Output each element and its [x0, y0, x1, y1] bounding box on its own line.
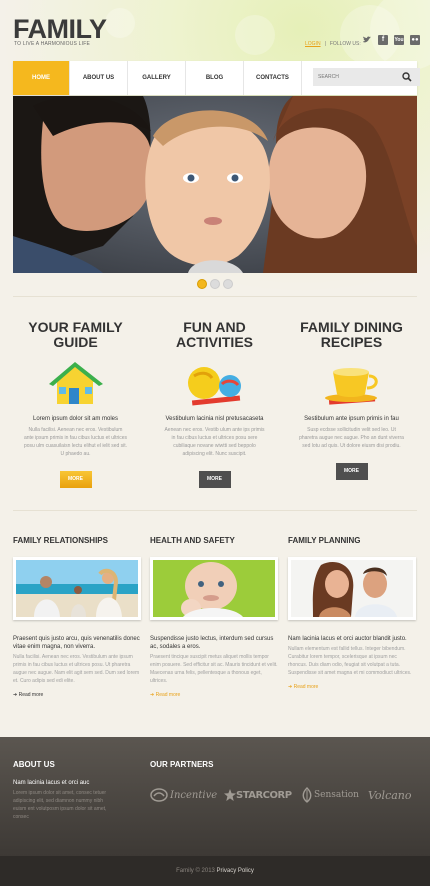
slider-dot-3[interactable]: [223, 279, 233, 289]
copyright-text: Family © 2013: [176, 868, 217, 874]
article-lead: Nam lacinia lacus et orci auctor blandit…: [288, 636, 407, 642]
slider-dot-1[interactable]: [197, 279, 207, 289]
youtube-icon[interactable]: You: [394, 35, 404, 45]
article-text: Nulla facilisi. Aenean nec eros. Vestibu…: [13, 654, 140, 684]
feature-family-guide: YOUR FAMILY GUIDE Lorem ipsum dolor sit …: [13, 320, 138, 488]
article-health-safety: HEALTH AND SAFETY Suspendisse justo lect…: [150, 536, 278, 698]
beach-family-photo: [16, 560, 138, 617]
partner-volcano[interactable]: Volcano: [368, 785, 412, 805]
feature-lead: Vestibulum lacinia nisl pretusacaseta: [165, 416, 264, 422]
divider: [13, 296, 417, 297]
main-nav: HOME ABOUT US GALLERY BLOG CONTACTS: [13, 61, 420, 95]
article-heading: FAMILY PLANNING: [288, 536, 361, 545]
feature-text: Nulla facilisi. Aenean nec eros. Vestibu…: [23, 427, 128, 457]
nav-gallery[interactable]: GALLERY: [128, 61, 186, 95]
footer-about-title: ABOUT US: [13, 760, 55, 769]
feature-title: YOUR FAMILY GUIDE: [28, 319, 123, 350]
partner-incentive[interactable]: Incentive: [150, 785, 217, 805]
read-more-label[interactable]: Read more: [156, 692, 181, 698]
couple-photo: [291, 560, 413, 617]
nav-blog[interactable]: BLOG: [186, 61, 244, 95]
baby-photo: [153, 560, 275, 617]
top-links: LOGIN | FOLLOW US:: [305, 41, 361, 47]
slider-dot-2[interactable]: [210, 279, 220, 289]
article-family-planning: FAMILY PLANNING Nam lacinia lacus et orc…: [288, 536, 416, 690]
feature-title: FUN AND ACTIVITIES: [175, 319, 253, 350]
login-link[interactable]: LOGIN: [305, 41, 321, 47]
house-icon: [49, 362, 103, 404]
twitter-icon[interactable]: [362, 35, 372, 45]
article-text: Praesent tincique suscipit metus aliquet…: [150, 654, 278, 684]
divider: [13, 510, 417, 511]
article-text: Nullam elementum est fallid tellus. Inte…: [288, 646, 412, 676]
balloons-icon: [188, 367, 241, 406]
read-more-label[interactable]: Read more: [294, 684, 319, 690]
decorative-bubble: [105, 8, 135, 38]
feature-dining-recipes: FAMILY DINING RECIPES Sestibulum ante ip…: [289, 320, 414, 480]
nav-about-us[interactable]: ABOUT US: [70, 61, 128, 95]
read-more-link[interactable]: ➜ Read more: [150, 692, 278, 698]
feature-lead: Lorem ipsum dolor sit am moles: [32, 416, 119, 422]
privacy-policy-link[interactable]: Privacy Policy: [217, 868, 254, 874]
feature-text: Aenean nec eros. Vestib ulum ante ips pr…: [164, 427, 265, 457]
tea-cup-icon: [325, 368, 378, 405]
partner-label: Volcano: [368, 788, 412, 802]
nav-contacts[interactable]: CONTACTS: [244, 61, 302, 95]
partner-starcorp[interactable]: STARCORP: [224, 785, 292, 805]
follow-label: FOLLOW US:: [329, 41, 361, 47]
nav-home[interactable]: HOME: [13, 61, 70, 95]
hero-slider[interactable]: [13, 96, 417, 273]
footer-about-subtitle: Nam lacinia lacus et orci auc: [13, 780, 90, 786]
more-button[interactable]: MORE: [198, 471, 231, 488]
read-more-link[interactable]: ➜ Read more: [288, 684, 416, 690]
more-button[interactable]: MORE: [59, 471, 92, 488]
article-family-relationships: FAMILY RELATIONSHIPS Praesent quis justo…: [13, 536, 141, 698]
footer-about-text: Lorem ipsum dolor sit amet, consec tetue…: [13, 790, 107, 820]
partner-label: Sensation: [314, 790, 359, 800]
article-image[interactable]: [150, 557, 278, 620]
read-more-link[interactable]: ➜ Read more: [13, 692, 141, 698]
star-logo-icon: [224, 789, 236, 801]
article-heading: FAMILY RELATIONSHIPS: [13, 536, 108, 545]
article-lead: Praesent quis justo arcu, quis venenatil…: [13, 636, 140, 650]
feature-title: FAMILY DINING RECIPES: [300, 319, 403, 350]
more-button[interactable]: MORE: [335, 463, 368, 480]
decorative-bubble: [235, 15, 275, 55]
article-lead: Suspendisse justo lectus, interdum sed c…: [150, 636, 274, 650]
tagline: TO LIVE A HARMONIOUS LIFE: [14, 41, 91, 47]
feature-lead: Sestibulum ante ipsum primis in fau: [304, 416, 399, 422]
read-more-label[interactable]: Read more: [19, 692, 44, 698]
feature-fun-activities: FUN AND ACTIVITIES Vestibulum lacinia ni…: [152, 320, 277, 488]
copyright-bar: Family © 2013 Privacy Policy: [0, 856, 430, 886]
partner-label: STARCORP: [236, 789, 292, 801]
feature-text: Susp ecdsse sollicitudin velit sed leo. …: [299, 427, 404, 449]
article-image[interactable]: [288, 557, 416, 620]
partner-label: Incentive: [170, 789, 218, 801]
search-icon[interactable]: [402, 72, 412, 82]
flickr-icon[interactable]: ●●: [410, 35, 420, 45]
footer: ABOUT US Nam lacinia lacus et orci auc L…: [0, 737, 430, 856]
incentive-logo-icon: [150, 788, 168, 802]
family-photo: [13, 96, 417, 273]
partner-sensation[interactable]: Sensation: [300, 785, 359, 805]
slider-dots: [197, 279, 233, 289]
leaf-logo-icon: [302, 787, 312, 803]
article-heading: HEALTH AND SAFETY: [150, 536, 235, 545]
footer-partners-title: OUR PARTNERS: [150, 760, 214, 769]
article-image[interactable]: [13, 557, 141, 620]
facebook-icon[interactable]: f: [378, 35, 388, 45]
social-links: f You ●●: [362, 35, 420, 45]
